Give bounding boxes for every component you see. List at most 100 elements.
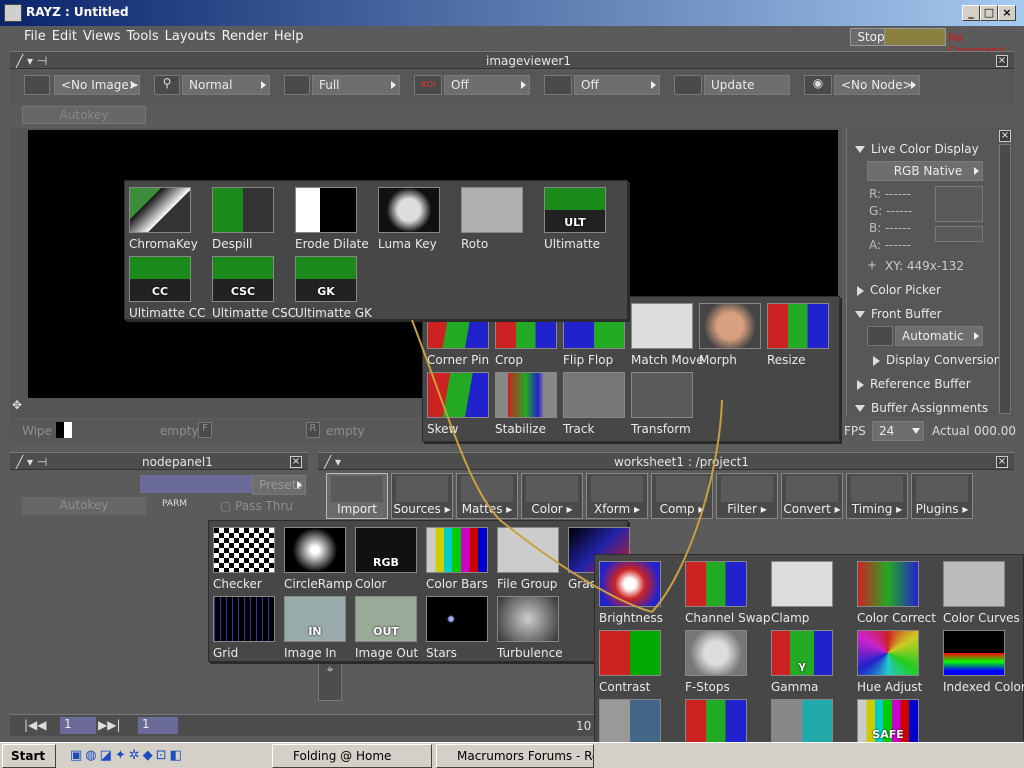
- tool-resize[interactable]: Resize: [767, 303, 831, 369]
- clamp-icon: [771, 561, 833, 607]
- current-frame-field[interactable]: 1: [138, 717, 178, 734]
- image-in-label: Image In: [284, 646, 337, 660]
- arrow-to-mattes: [411, 319, 653, 613]
- tool-ultimatte[interactable]: ULT Ultimatte: [544, 187, 608, 253]
- color-curves-icon: [943, 561, 1005, 607]
- autokey-button[interactable]: Autokey: [22, 106, 146, 124]
- channels-select[interactable]: Off: [574, 75, 660, 95]
- menu-render[interactable]: Render: [222, 29, 268, 44]
- wipe-icon[interactable]: [56, 422, 72, 438]
- circleramp-label: CircleRamp: [284, 577, 353, 591]
- side-panel-scrollbar[interactable]: [999, 144, 1011, 414]
- go-start-icon[interactable]: |◀◀: [24, 718, 47, 732]
- tool-gamma[interactable]: γ Gamma: [771, 630, 835, 696]
- menu-views[interactable]: Views: [83, 29, 121, 44]
- front-buffer-section[interactable]: Front Buffer: [855, 307, 942, 321]
- tool-ultimatte-cc[interactable]: CC Ultimatte CC: [129, 256, 206, 322]
- nodepanel-autokey-button[interactable]: Autokey: [22, 497, 146, 515]
- zoom-mode-select[interactable]: Normal: [182, 75, 270, 95]
- tool-contrast[interactable]: Contrast: [599, 630, 663, 696]
- resolution-select[interactable]: Full: [312, 75, 400, 95]
- menu-edit[interactable]: Edit: [52, 29, 77, 44]
- quick-launch-icons[interactable]: ▣◍◪✦✲◆⊡◧: [70, 748, 185, 763]
- taskbar-folding-home[interactable]: Folding @ Home: [272, 744, 432, 768]
- start-frame-field[interactable]: 1: [60, 717, 96, 734]
- menu-layouts[interactable]: Layouts: [165, 29, 216, 44]
- despill-icon: [212, 187, 274, 233]
- convert-tab-icon: [786, 476, 838, 502]
- menu-file[interactable]: File: [24, 29, 46, 44]
- menu-help[interactable]: Help: [274, 29, 304, 44]
- tool-despill[interactable]: Despill: [212, 187, 276, 253]
- tool-luma-key[interactable]: Luma Key: [378, 187, 442, 253]
- tool-chromakey[interactable]: ChromaKey: [129, 187, 198, 253]
- tool-image-in[interactable]: IN Image In: [284, 596, 348, 662]
- panel-menu-icon[interactable]: ╱ ▾ ⊣: [16, 54, 47, 68]
- checker-label: Checker: [213, 577, 262, 591]
- wipe-label: Wipe: [22, 424, 52, 438]
- tool-indexed-color[interactable]: Indexed Color: [943, 630, 1024, 696]
- worksheet-menu-icon[interactable]: ╱ ▾: [324, 455, 341, 469]
- red-readout: R: ------: [869, 187, 911, 201]
- maximize-button[interactable]: □: [980, 5, 998, 21]
- buffer-a-tag[interactable]: F: [198, 422, 212, 438]
- tool-ultimatte-gk[interactable]: GK Ultimatte GK: [295, 256, 372, 322]
- ultimatte-gk-badge: GK: [317, 285, 335, 298]
- tool-hue-adjust[interactable]: Hue Adjust: [857, 630, 922, 696]
- pan-icon[interactable]: ✥: [12, 398, 28, 414]
- start-button[interactable]: Start: [2, 744, 56, 768]
- image-select[interactable]: <No Image>: [54, 75, 140, 95]
- checker-icon: [213, 527, 275, 573]
- buffer-assignments-section[interactable]: Buffer Assignments: [855, 401, 988, 415]
- tab-import[interactable]: Import: [326, 473, 388, 519]
- tab-convert[interactable]: Convert ▸: [781, 473, 843, 519]
- pass-thru-checkbox[interactable]: ▢ Pass Thru: [220, 499, 293, 513]
- actual-fps-value: 000.00: [974, 424, 1016, 438]
- tool-circleramp[interactable]: CircleRamp: [284, 527, 353, 593]
- parm-button[interactable]: PARM: [162, 499, 187, 509]
- front-buffer-icon: [867, 326, 893, 346]
- tool-roto[interactable]: Roto: [461, 187, 525, 253]
- tab-timing[interactable]: Timing ▸: [846, 473, 908, 519]
- imageviewer-panel-bar: ╱ ▾ ⊣ imageviewer1 ×: [10, 51, 1014, 69]
- menu-tools[interactable]: Tools: [127, 29, 159, 44]
- presets-select[interactable]: Presets: [252, 475, 306, 495]
- tool-ultimatte-csc[interactable]: CSC Ultimatte CSC: [212, 256, 296, 322]
- turbulence-label: Turbulence: [497, 646, 563, 660]
- ultimatte-gk-icon: GK: [295, 256, 357, 302]
- nodepanel-menu-icon[interactable]: ╱ ▾ ⊣: [16, 455, 47, 469]
- buffer-b-tag[interactable]: R: [306, 422, 320, 438]
- tool-color-correct[interactable]: Color Correct: [857, 561, 936, 627]
- live-color-display-section[interactable]: Live Color Display: [855, 142, 979, 156]
- reference-buffer-section[interactable]: Reference Buffer: [857, 377, 971, 391]
- update-button[interactable]: Update: [704, 75, 790, 95]
- tool-grid[interactable]: Grid: [213, 596, 277, 662]
- taskbar-macrumors[interactable]: Macrumors Forums - Repl...: [436, 744, 594, 768]
- worksheet-close-icon[interactable]: ×: [996, 456, 1008, 468]
- tool-checker[interactable]: Checker: [213, 527, 277, 593]
- tab-plugins[interactable]: Plugins ▸: [911, 473, 973, 519]
- tool-color-curves[interactable]: Color Curves: [943, 561, 1020, 627]
- display-conversion-section[interactable]: Display Conversion: [873, 353, 1001, 367]
- tool-erode-dilate[interactable]: Erode Dilate: [295, 187, 369, 253]
- worksheet-layout-icon[interactable]: ⌖: [318, 661, 342, 701]
- fps-select[interactable]: 24: [872, 421, 924, 441]
- front-buffer-mode-select[interactable]: Automatic: [895, 326, 983, 346]
- color-mode-select[interactable]: RGB Native: [867, 161, 983, 181]
- crosshair-icon: +: [867, 258, 878, 272]
- node-select[interactable]: <No Node>: [834, 75, 920, 95]
- node-name-field[interactable]: [140, 475, 252, 493]
- tool-clamp[interactable]: Clamp: [771, 561, 835, 627]
- go-end-icon[interactable]: ▶▶|: [98, 718, 121, 732]
- chromakey-label: ChromaKey: [129, 237, 198, 251]
- tool-f-stops[interactable]: F-Stops: [685, 630, 749, 696]
- color-picker-section[interactable]: Color Picker: [857, 283, 941, 297]
- close-button[interactable]: ×: [998, 5, 1016, 21]
- nodepanel-close-icon[interactable]: ×: [290, 456, 302, 468]
- buffer-a-label: empty: [160, 424, 199, 438]
- roi-select[interactable]: Off: [444, 75, 530, 95]
- side-panel-close-icon[interactable]: ×: [999, 130, 1011, 142]
- minimize-button[interactable]: _: [962, 5, 980, 21]
- fps-bar: FPS 24 Actual 000.00: [840, 420, 1016, 442]
- close-panel-icon[interactable]: ×: [996, 55, 1008, 67]
